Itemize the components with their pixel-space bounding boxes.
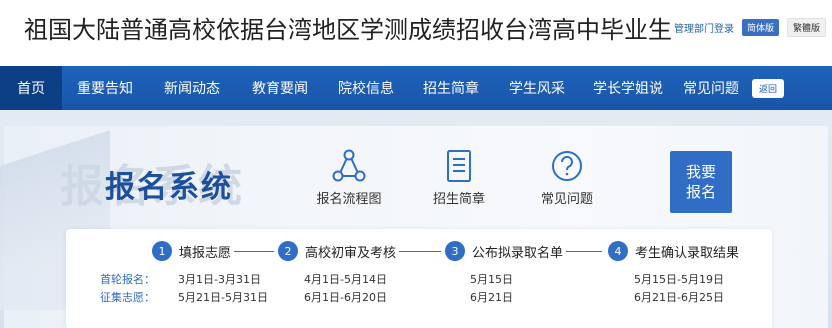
- step-number: 2: [278, 241, 298, 261]
- nav-item-admission-guide[interactable]: 招生简章: [408, 66, 494, 110]
- nav-item-faq[interactable]: 常见问题: [676, 66, 746, 110]
- nav-item-colleges[interactable]: 院校信息: [324, 66, 408, 110]
- step-label: 填报志愿: [179, 245, 232, 261]
- nav-item-home[interactable]: 首页: [0, 66, 62, 110]
- first-round-date: 5月15日: [470, 273, 513, 286]
- document-icon: [447, 150, 471, 182]
- first-round-label: 首轮报名：: [100, 273, 155, 286]
- step-number: 1: [152, 241, 172, 261]
- step-label: 高校初审及考核: [305, 245, 397, 261]
- step-number: 3: [445, 241, 465, 261]
- site-title: 祖国大陆普通高校依据台湾地区学测成绩招收台湾高中毕业生: [24, 16, 672, 44]
- quick-link-faq-label: 常见问题: [540, 192, 593, 207]
- supplementary-round-date: 5月21日-5月31日: [178, 291, 268, 304]
- quick-link-flow-chart-label: 报名流程图: [316, 192, 382, 207]
- quick-link-admission-guide-label: 招生简章: [432, 192, 485, 207]
- question-icon: [552, 151, 582, 181]
- first-round-date: 3月1日-3月31日: [178, 273, 261, 286]
- registration-steps-card: 1 填报志愿 2 高校初审及考核 3 公布拟录取名单 4 考生确认录取结果 首轮…: [66, 229, 772, 328]
- hero-title: 报名系统: [105, 170, 233, 205]
- first-round-date: 5月15日-5月19日: [634, 273, 724, 286]
- step-4: 4 考生确认录取结果: [608, 241, 739, 261]
- header-links: 管理部门登录 简体版 繁體版: [674, 18, 826, 37]
- flow-chart-icon: [332, 149, 366, 182]
- supplementary-round-date: 6月1日-6月20日: [304, 291, 387, 304]
- step-2: 2 高校初审及考核: [278, 241, 396, 261]
- step-connector: [234, 251, 274, 252]
- step-connector: [566, 251, 602, 252]
- nav-item-notices[interactable]: 重要告知: [62, 66, 148, 110]
- nav-item-seniors-say[interactable]: 学长学姐说: [580, 66, 676, 110]
- quick-link-faq[interactable]: 常见问题: [522, 148, 612, 207]
- nav-item-education-news[interactable]: 教育要闻: [236, 66, 324, 110]
- admin-login-link[interactable]: 管理部门登录: [674, 20, 734, 35]
- first-round-date: 4月1日-5月14日: [304, 273, 387, 286]
- supplementary-round-date: 6月21日: [470, 291, 513, 304]
- signup-button-line2: 报名: [685, 183, 716, 201]
- site-header: 祖国大陆普通高校依据台湾地区学测成绩招收台湾高中毕业生 管理部门登录 简体版 繁…: [0, 0, 832, 66]
- main-nav: 首页 重要告知 新闻动态 教育要闻 院校信息 招生简章 学生风采 学长学姐说 常…: [0, 66, 832, 110]
- step-connector: [399, 251, 441, 252]
- supplementary-round-date: 6月21日-6月25日: [634, 291, 724, 304]
- quick-link-flow-chart[interactable]: 报名流程图: [304, 148, 394, 207]
- simplified-chinese-button[interactable]: 简体版: [741, 19, 779, 36]
- back-button[interactable]: 返回: [752, 78, 785, 98]
- nav-item-student-showcase[interactable]: 学生风采: [494, 66, 580, 110]
- signup-button[interactable]: 我要 报名: [670, 151, 732, 213]
- nav-item-news[interactable]: 新闻动态: [148, 66, 236, 110]
- quick-link-admission-guide[interactable]: 招生简章: [414, 148, 504, 207]
- hero-banner: 报名系统 报名系统 报名流程图 招生简章 常见问题 我要 报名 1 填报志愿 2…: [0, 110, 832, 328]
- step-1: 1 填报志愿: [152, 241, 231, 261]
- step-number: 4: [608, 241, 628, 261]
- step-3: 3 公布拟录取名单: [445, 241, 563, 261]
- step-label: 公布拟录取名单: [472, 245, 564, 261]
- step-label: 考生确认录取结果: [635, 245, 740, 261]
- supplementary-round-label: 征集志愿：: [100, 291, 155, 304]
- signup-button-line1: 我要: [685, 163, 716, 181]
- traditional-chinese-button[interactable]: 繁體版: [786, 18, 826, 37]
